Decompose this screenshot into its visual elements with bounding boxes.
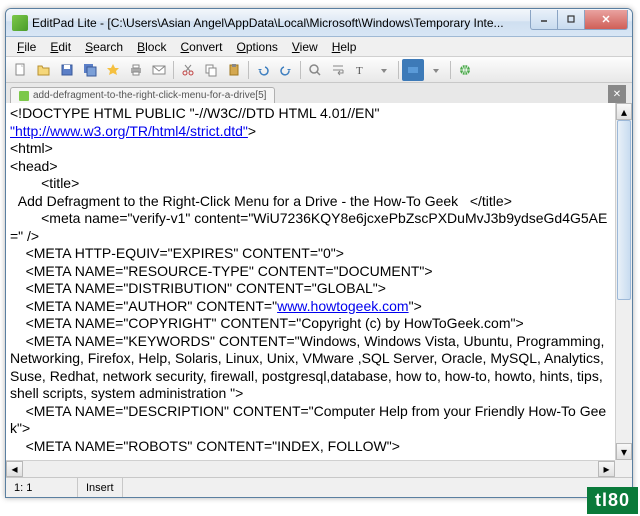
wordwrap-icon[interactable] <box>327 59 349 81</box>
cursor-position: 1: 1 <box>6 478 78 497</box>
menu-view[interactable]: View <box>285 38 325 56</box>
mail-icon[interactable] <box>148 59 170 81</box>
highlight-icon[interactable] <box>402 59 424 81</box>
menubar: File Edit Search Block Convert Options V… <box>6 37 632 57</box>
dropdown-icon[interactable] <box>373 59 395 81</box>
titlebar[interactable]: EditPad Lite - [C:\Users\Asian Angel\App… <box>6 9 632 37</box>
author-link[interactable]: www.howtogeek.com <box>277 298 409 314</box>
paste-icon[interactable] <box>223 59 245 81</box>
toolbar-separator <box>300 61 301 79</box>
scroll-down-icon[interactable]: ▾ <box>616 443 632 460</box>
scroll-track[interactable] <box>23 461 598 477</box>
tab-close-button[interactable]: ✕ <box>608 85 626 103</box>
cut-icon[interactable] <box>177 59 199 81</box>
menu-edit[interactable]: Edit <box>43 38 78 56</box>
tabbar: add-defragment-to-the-right-click-menu-f… <box>6 83 632 103</box>
scroll-right-icon[interactable]: ▸ <box>598 461 615 477</box>
favorite-icon[interactable] <box>102 59 124 81</box>
menu-block[interactable]: Block <box>130 38 173 56</box>
document-tab[interactable]: add-defragment-to-the-right-click-menu-f… <box>10 87 275 103</box>
watermark: tl80 <box>587 487 638 514</box>
app-window: EditPad Lite - [C:\Users\Asian Angel\App… <box>5 8 633 498</box>
find-icon[interactable] <box>304 59 326 81</box>
new-file-icon[interactable] <box>10 59 32 81</box>
menu-search[interactable]: Search <box>78 38 130 56</box>
window-controls <box>531 10 628 30</box>
save-all-icon[interactable] <box>79 59 101 81</box>
menu-help[interactable]: Help <box>325 38 364 56</box>
toolbar-separator <box>173 61 174 79</box>
doctype-link[interactable]: "http://www.w3.org/TR/html4/strict.dtd" <box>10 123 248 139</box>
dropdown-icon[interactable] <box>425 59 447 81</box>
print-icon[interactable] <box>125 59 147 81</box>
save-icon[interactable] <box>56 59 78 81</box>
insert-mode: Insert <box>78 478 123 497</box>
scroll-corner <box>615 460 632 477</box>
document-tab-label: add-defragment-to-the-right-click-menu-f… <box>33 90 266 101</box>
toolbar: T <box>6 57 632 83</box>
scroll-left-icon[interactable]: ◂ <box>6 461 23 477</box>
scroll-up-icon[interactable]: ▴ <box>616 103 632 120</box>
vertical-scrollbar[interactable]: ▴ ▾ <box>615 103 632 460</box>
menu-options[interactable]: Options <box>230 38 285 56</box>
web-icon[interactable] <box>454 59 476 81</box>
menu-file[interactable]: File <box>10 38 43 56</box>
redo-icon[interactable] <box>275 59 297 81</box>
open-file-icon[interactable] <box>33 59 55 81</box>
window-title: EditPad Lite - [C:\Users\Asian Angel\App… <box>32 16 531 30</box>
copy-icon[interactable] <box>200 59 222 81</box>
menu-convert[interactable]: Convert <box>173 38 229 56</box>
close-button[interactable] <box>584 10 628 30</box>
editor-area: <!DOCTYPE HTML PUBLIC "-//W3C//DTD HTML … <box>6 103 632 477</box>
editor-text[interactable]: <!DOCTYPE HTML PUBLIC "-//W3C//DTD HTML … <box>6 103 615 460</box>
toolbar-separator <box>248 61 249 79</box>
minimize-button[interactable] <box>530 10 558 30</box>
toolbar-separator <box>398 61 399 79</box>
font-icon[interactable]: T <box>350 59 372 81</box>
horizontal-scrollbar[interactable]: ◂ ▸ <box>6 460 615 477</box>
toolbar-separator <box>450 61 451 79</box>
app-icon <box>12 15 28 31</box>
scroll-track[interactable] <box>616 120 632 443</box>
maximize-button[interactable] <box>557 10 585 30</box>
undo-icon[interactable] <box>252 59 274 81</box>
scroll-thumb[interactable] <box>617 120 631 300</box>
svg-text:T: T <box>356 65 363 77</box>
statusbar: 1: 1 Insert <box>6 477 632 497</box>
document-tab-icon <box>19 91 29 101</box>
